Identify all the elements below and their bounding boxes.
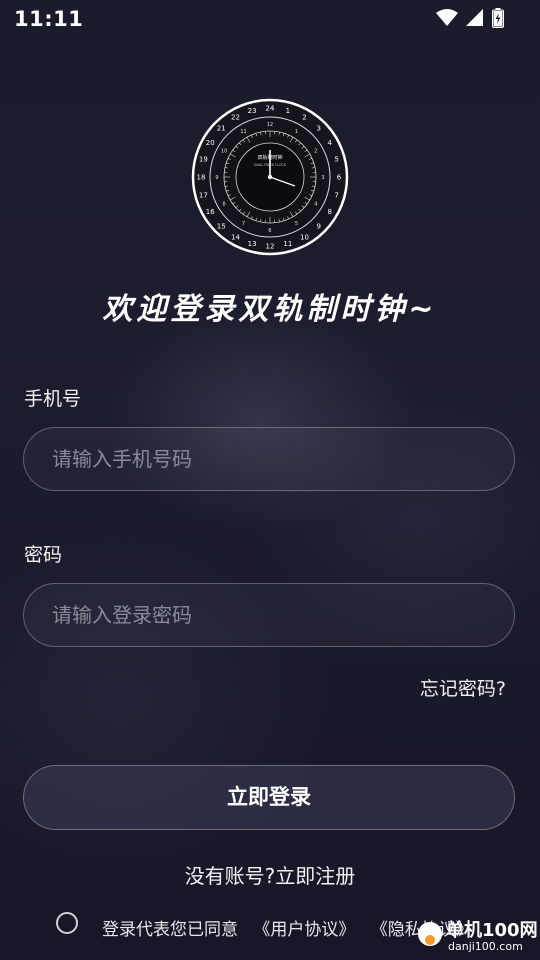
watermark-logo-icon: [418, 922, 442, 946]
dial-numeral: 16: [206, 208, 215, 216]
dial-numeral: 6: [337, 174, 342, 182]
dial-numeral: 5: [334, 156, 338, 164]
clock-dial-logo: 1234567891011121314151617181920212223 24 …: [191, 98, 349, 256]
agreement-checkbox[interactable]: [56, 912, 78, 934]
register-link[interactable]: 没有账号?立即注册: [0, 860, 540, 889]
dial-numeral: 23: [248, 107, 257, 115]
dial-inner-numeral: 7: [242, 221, 245, 227]
dial-inner-numeral: 8: [223, 202, 226, 208]
dial-numeral: 8: [328, 208, 332, 216]
dial-inner-numeral: 11: [240, 129, 246, 135]
login-button[interactable]: 立即登录: [23, 765, 515, 830]
watermark-title: 单机100网: [446, 920, 538, 941]
status-bar: 11:11: [0, 0, 540, 36]
dial-numeral: 19: [199, 156, 208, 164]
dial-numeral: 4: [328, 139, 333, 147]
wifi-icon: [436, 9, 458, 26]
forgot-password-link[interactable]: 忘记密码?: [420, 674, 506, 701]
dial-inner-numeral: 3: [321, 175, 324, 181]
dial-numeral: 9: [317, 222, 321, 230]
dial-numeral: 12: [266, 243, 275, 251]
dial-inner-numeral: 12: [267, 122, 273, 128]
dial-numeral: 20: [206, 139, 215, 147]
dial-numeral: 24: [266, 105, 275, 113]
dial-inner-numeral: 1: [295, 129, 298, 135]
dial-numeral: 15: [217, 222, 226, 230]
battery-icon: [492, 8, 504, 28]
dial-inner-numeral: 5: [295, 221, 298, 227]
dial-numeral: 11: [283, 240, 292, 248]
dial-numeral: 1: [286, 107, 290, 115]
dial-inner-numeral: 2: [314, 149, 317, 155]
dial-numeral: 18: [197, 174, 206, 182]
status-time: 11:11: [14, 7, 84, 31]
user-agreement-link[interactable]: 《用户协议》: [253, 920, 355, 940]
dial-numeral: 22: [231, 114, 240, 122]
dial-numeral: 13: [248, 240, 257, 248]
password-label: 密码: [24, 544, 63, 566]
dial-numeral: 21: [217, 125, 226, 133]
dial-inner-numeral: 9: [215, 175, 218, 181]
phone-input[interactable]: [24, 428, 514, 490]
signal-icon: [466, 9, 483, 26]
watermark: 单机100网 danji100.com: [418, 916, 538, 956]
phone-label: 手机号: [24, 388, 82, 410]
agreement-prefix: 登录代表您已同意: [102, 920, 238, 940]
dial-numeral: 3: [317, 125, 321, 133]
dial-inner-numeral: 6: [268, 228, 271, 234]
dial-inner-numeral: 4: [314, 202, 317, 208]
dial-numeral: 17: [199, 191, 208, 199]
dial-numeral: 10: [300, 233, 309, 241]
password-input[interactable]: [24, 584, 514, 646]
welcome-title: 欢迎登录双轨制时钟~: [102, 292, 438, 327]
password-field[interactable]: [23, 583, 515, 647]
phone-field[interactable]: [23, 427, 515, 491]
watermark-url: danji100.com: [448, 940, 523, 953]
dial-numeral: 7: [334, 191, 338, 199]
dial-numeral: 14: [231, 233, 240, 241]
status-icons: [436, 8, 504, 28]
dial-numeral: 2: [302, 114, 306, 122]
dial-inner-numeral: 10: [221, 149, 227, 155]
